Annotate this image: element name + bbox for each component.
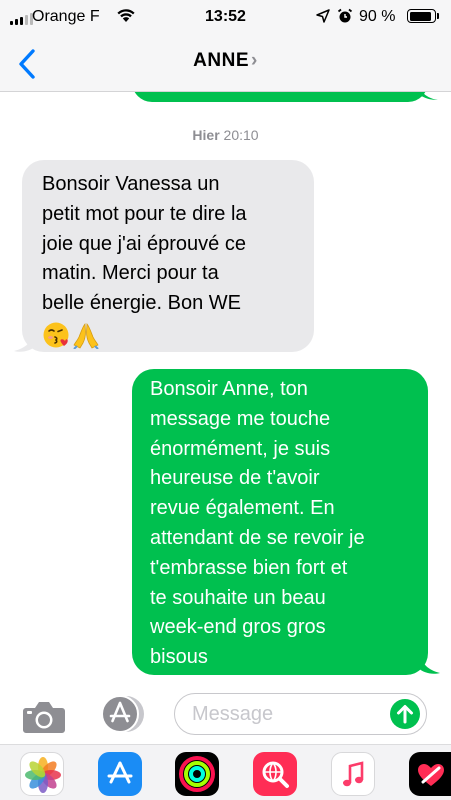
message-placeholder: Message xyxy=(192,703,274,725)
send-button[interactable] xyxy=(390,699,420,729)
emoji-row xyxy=(42,321,100,349)
message-line: t'embrasse bien fort et xyxy=(150,556,348,579)
previous-sent-bubble[interactable] xyxy=(132,92,428,102)
message-line: Bonsoir Vanessa un xyxy=(42,173,220,195)
activity-icon[interactable] xyxy=(175,752,219,796)
music-icon[interactable] xyxy=(331,752,375,796)
message-line: Bonsoir Anne, ton xyxy=(150,378,308,400)
chevron-right-icon: › xyxy=(251,50,258,71)
message-line: message me touche xyxy=(150,407,331,430)
bubble-tail xyxy=(419,92,438,100)
battery-percentage: 90 % xyxy=(359,8,396,25)
contact-name-button[interactable]: ANNE › xyxy=(0,50,451,72)
message-list[interactable]: Hier 20:10 Bonsoir Vanessa un petit mot … xyxy=(0,92,451,688)
message-line: belle énergie. Bon WE xyxy=(42,292,242,315)
message-line: petit mot pour te dire la xyxy=(42,202,247,225)
message-line: bisous xyxy=(150,646,208,669)
photos-icon[interactable] xyxy=(20,752,64,796)
face-blowing-kiss-emoji xyxy=(43,322,69,348)
message-line: week-end gros gros xyxy=(150,616,326,639)
message-line: matin. Merci pour ta xyxy=(42,262,219,285)
message-line: joie que j'ai éprouvé ce xyxy=(42,232,246,255)
contact-name: ANNE xyxy=(193,50,249,71)
location-arrow-icon xyxy=(316,9,330,23)
conversation-header: ANNE › xyxy=(0,36,451,92)
message-line: attendant de se revoir je xyxy=(150,526,365,549)
digital-touch-icon[interactable] xyxy=(409,752,451,796)
folded-hands-emoji xyxy=(73,323,99,349)
battery-icon xyxy=(407,9,436,23)
message-line: heureuse de t'avoir xyxy=(150,467,320,490)
message-line: revue également. En xyxy=(150,497,335,520)
search-images-icon[interactable] xyxy=(253,752,297,796)
app-store-icon[interactable] xyxy=(98,694,146,734)
message-timestamp: Hier 20:10 xyxy=(0,127,451,143)
message-line: énormément, je suis xyxy=(150,437,331,460)
arrow-up-icon xyxy=(397,705,413,724)
compose-bar: Message xyxy=(0,688,451,744)
alarm-clock-icon xyxy=(337,8,353,23)
sent-message-bubble[interactable]: Bonsoir Anne, ton message me touche énor… xyxy=(132,369,428,675)
message-input[interactable]: Message xyxy=(174,693,427,735)
received-message-bubble[interactable]: Bonsoir Vanessa un petit mot pour te dir… xyxy=(22,160,314,352)
message-line: te souhaite un beau xyxy=(150,586,326,609)
status-bar: Orange F 13:52 90 % xyxy=(0,0,451,36)
timestamp-time: 20:10 xyxy=(223,127,259,143)
timestamp-day: Hier xyxy=(192,127,220,143)
app-store-drawer-icon[interactable] xyxy=(98,752,142,796)
imessage-app-drawer xyxy=(0,744,451,800)
camera-icon[interactable] xyxy=(20,696,68,736)
battery-cap xyxy=(437,13,439,19)
